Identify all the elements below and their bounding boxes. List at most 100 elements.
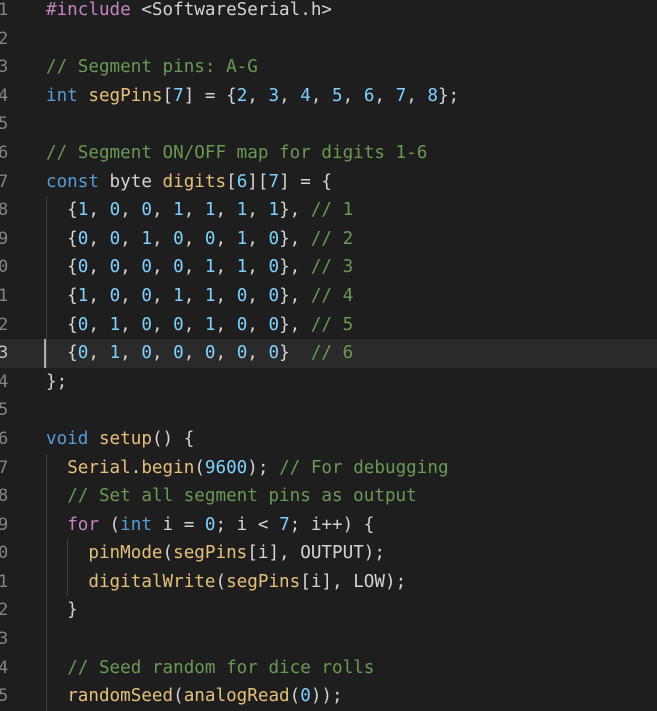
line-number: 4 <box>0 85 9 106</box>
code-line[interactable]: 0 {0, 0, 0, 0, 1, 1, 0}, // 3 <box>0 253 657 282</box>
code-token: , <box>247 285 269 306</box>
code-line[interactable]: 1 #include <SoftwareSerial.h> <box>0 0 657 25</box>
code-token: 0 <box>109 285 121 306</box>
line-number: 5 <box>0 114 9 135</box>
code-line[interactable]: 7 Serial.begin(9600); // For debugging <box>0 453 657 483</box>
code-line[interactable]: 4 // Seed random for dice rolls <box>0 653 657 683</box>
code-token: }, <box>279 228 311 249</box>
code-token: 1 <box>173 285 184 306</box>
line-text: // Seed random for dice rolls <box>46 654 374 683</box>
code-line[interactable]: 5 randomSeed(analogRead(0)); <box>0 682 657 711</box>
code-token: , <box>120 343 142 364</box>
code-token: 0 <box>77 314 89 335</box>
code-editor[interactable]: 1 #include <SoftwareSerial.h> 2 3// Segment… <box>0 0 657 711</box>
line-text: void setup() { <box>46 425 194 454</box>
code-token: ( <box>215 571 227 592</box>
line-number: 2 <box>0 314 9 335</box>
code-token: [ <box>162 85 174 106</box>
code-line[interactable]: 4}; <box>0 368 657 397</box>
code-token: 0 <box>173 314 184 335</box>
code-token: { <box>46 314 78 335</box>
code-token: 1 <box>173 200 184 221</box>
code-line[interactable]: 6 // Segment ON/OFF map for digits 1-6 <box>0 139 657 168</box>
code-token: segPins <box>226 571 301 592</box>
code-token: 0 <box>173 228 184 249</box>
line-text: } <box>46 596 78 625</box>
code-token: { <box>46 200 78 221</box>
line-number: 8 <box>0 200 9 221</box>
code-token: // 2 <box>310 228 354 249</box>
code-token: 0 <box>141 200 152 221</box>
code-token: 2 <box>236 85 248 106</box>
code-token: setup <box>98 428 152 449</box>
code-token: 1 <box>77 285 89 306</box>
code-token: ] = { <box>279 171 333 192</box>
code-token: , <box>151 285 174 306</box>
code-token: , <box>120 228 142 249</box>
code-line[interactable]: 2 <box>0 25 657 54</box>
code-token: // Seed random for dice rolls <box>67 657 375 678</box>
line-text: digitalWrite(segPins[i], LOW); <box>46 568 406 597</box>
code-token: , <box>247 85 269 106</box>
code-line[interactable]: 8 {1, 0, 0, 1, 1, 1, 1}, // 1 <box>0 196 657 225</box>
code-line[interactable]: 9 for (int i = 0; i < 7; i++) { <box>0 510 657 540</box>
code-line[interactable]: 0 pinMode(segPins[i], OUTPUT); <box>0 539 657 568</box>
code-token: // 1 <box>310 200 354 221</box>
code-line[interactable]: 1 digitalWrite(segPins[i], LOW); <box>0 567 657 597</box>
code-line[interactable]: 2 {0, 1, 0, 0, 1, 0, 0}, // 5 <box>0 310 657 340</box>
code-token: 1 <box>204 257 216 278</box>
code-token: 0 <box>141 314 152 335</box>
code-token: // For debugging <box>279 457 449 478</box>
code-token: , <box>88 200 110 221</box>
code-line[interactable]: 2 } <box>0 596 657 626</box>
code-token: #include <box>46 0 142 20</box>
code-line[interactable]: 5 <box>0 396 657 425</box>
code-line[interactable]: 5 <box>0 110 657 139</box>
code-line[interactable]: 3 {0, 1, 0, 0, 0, 0, 0} // 6 <box>0 339 657 368</box>
code-token: , <box>215 257 237 278</box>
code-token: { <box>46 343 78 364</box>
code-token: // 4 <box>310 285 354 306</box>
line-number: 0 <box>0 543 9 564</box>
code-line[interactable]: 8 // Set all segment pins as output <box>0 482 657 511</box>
code-token: , <box>310 85 333 106</box>
code-token: }, <box>279 257 311 278</box>
line-number: 2 <box>0 600 9 621</box>
code-token: 0 <box>109 228 121 249</box>
code-token: 9600 <box>204 457 248 478</box>
code-line[interactable]: 9 {0, 0, 1, 0, 0, 1, 0}, // 2 <box>0 224 657 254</box>
code-token: 0 <box>268 343 280 364</box>
code-token: , <box>247 343 269 364</box>
line-text: int segPins[7] = {2, 3, 4, 5, 6, 7, 8}; <box>46 82 459 111</box>
code-token: 7 <box>279 514 290 535</box>
code-token: }, <box>279 285 311 306</box>
code-line[interactable]: 7 const byte digits[6][7] = { <box>0 168 657 197</box>
code-token: 7 <box>395 85 407 106</box>
code-area[interactable]: 1 #include <SoftwareSerial.h> 2 3// Segment… <box>0 0 657 711</box>
code-token: , <box>279 85 301 106</box>
code-token: , <box>247 257 269 278</box>
code-line[interactable]: 4 int segPins[7] = {2, 3, 4, 5, 6, 7, 8}; <box>0 82 657 111</box>
code-line[interactable]: 3 // Segment pins: A-G <box>0 53 657 82</box>
code-token: }, <box>279 314 311 335</box>
code-token: , <box>215 314 237 335</box>
line-number: 8 <box>0 486 9 507</box>
code-token: // 3 <box>310 257 354 278</box>
code-token: // Set all segment pins as output <box>67 486 417 507</box>
code-token: , <box>183 200 205 221</box>
code-line[interactable]: 1 {1, 0, 0, 1, 1, 0, 0}, // 4 <box>0 281 657 311</box>
code-token: 7 <box>268 171 280 192</box>
code-token: [ <box>226 171 237 192</box>
code-token: begin <box>141 457 195 478</box>
code-line[interactable]: 6 void setup() { <box>0 425 657 454</box>
code-token: // 6 <box>310 343 354 364</box>
line-text: const byte digits[6][7] = { <box>46 168 332 197</box>
code-line[interactable]: 3 <box>0 625 657 654</box>
line-number: 7 <box>0 457 9 478</box>
code-token: ] = { <box>183 85 237 106</box>
line-number: 5 <box>0 400 9 421</box>
